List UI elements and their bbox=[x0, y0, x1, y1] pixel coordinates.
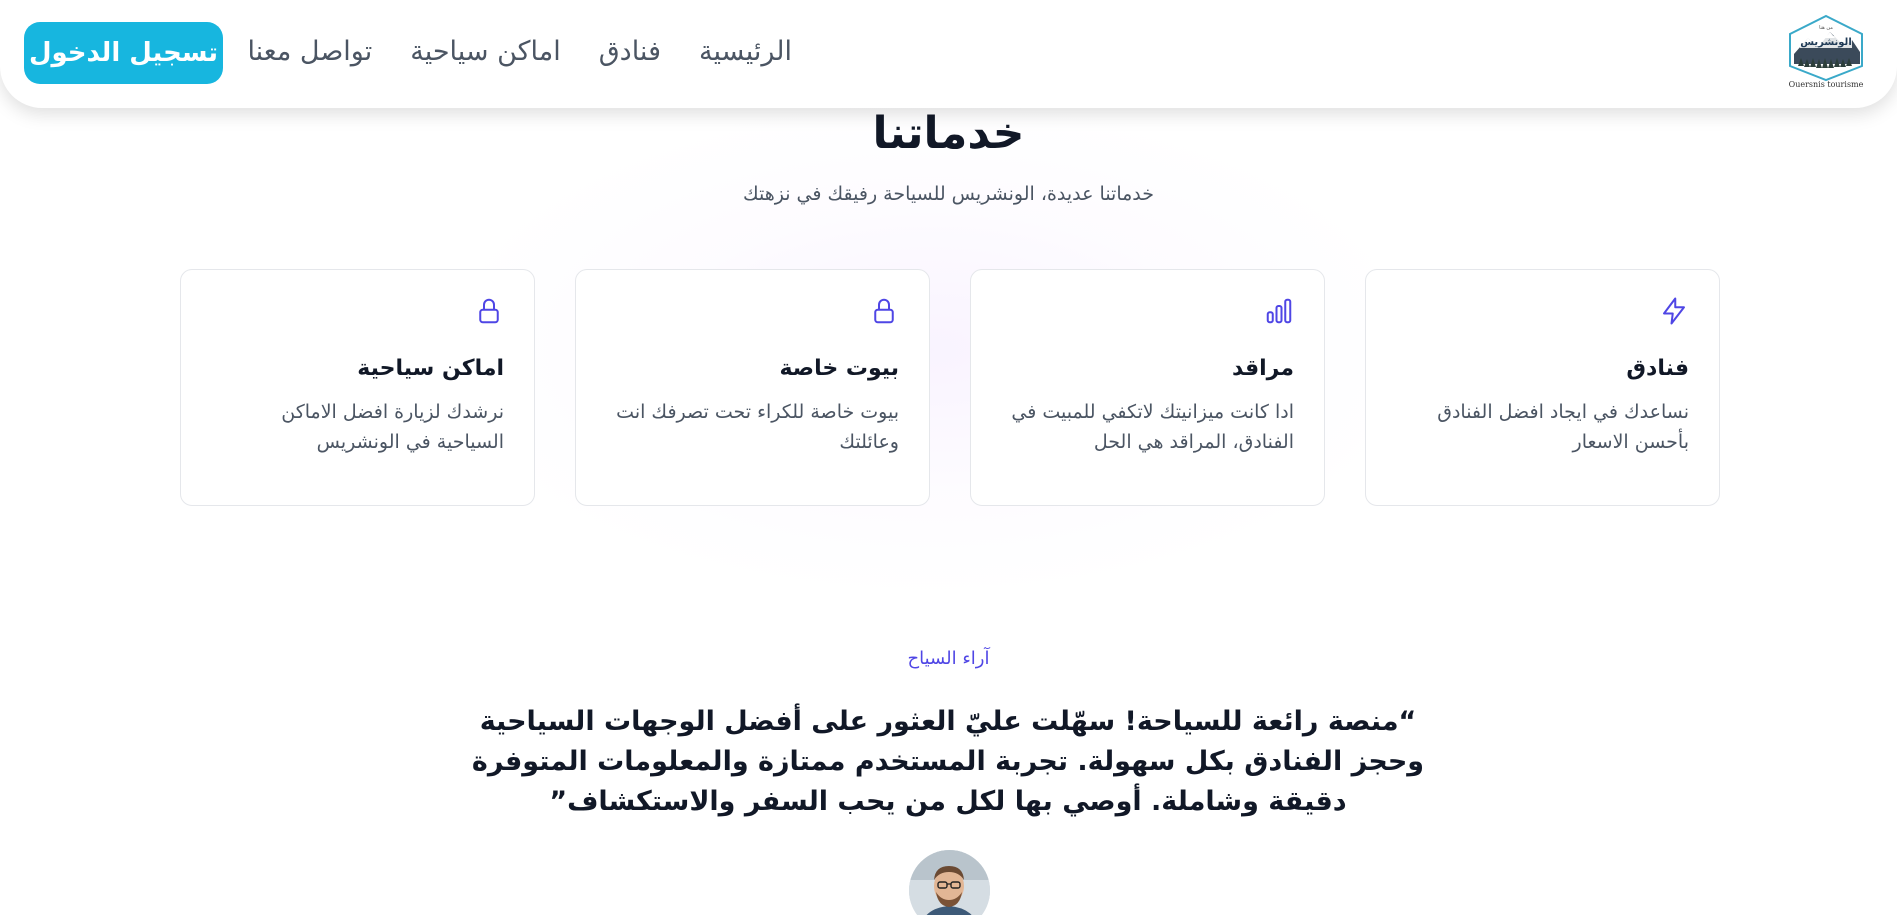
service-card-description: ادا كانت ميزانيتك لاتكفي للمبيت في الفنا… bbox=[1011, 401, 1294, 453]
services-title: خدماتنا bbox=[872, 108, 1025, 159]
service-card-description: بيوت خاصة للكراء تحت تصرفك انت وعائلتك bbox=[616, 401, 899, 453]
service-card-hotels[interactable]: فنادق نساعدك في ايجاد افضل الفنادق بأحسن… bbox=[1365, 269, 1720, 506]
logo-icon: الونشريس من هنا bbox=[1789, 14, 1863, 82]
service-card-title: فنادق bbox=[1626, 356, 1689, 381]
nav-link-home[interactable]: الرئيسية bbox=[699, 36, 792, 67]
nav-link-tourist-places[interactable]: اماكن سياحية bbox=[410, 36, 561, 67]
services-cards: فنادق نساعدك في ايجاد افضل الفنادق بأحسن… bbox=[180, 269, 1720, 506]
site-logo[interactable]: الونشريس من هنا Ouersnis tourisme bbox=[1785, 14, 1867, 96]
main-nav: الرئيسية فنادق اماكن سياحية تواصل معنا bbox=[247, 36, 792, 67]
logo-brand-text: Ouersnis tourisme bbox=[1788, 80, 1864, 89]
avatar-photo bbox=[909, 850, 990, 915]
testimonials-eyebrow: آراء السياح bbox=[907, 648, 990, 669]
bar-chart-icon bbox=[1266, 298, 1292, 324]
svg-text:الونشريس: الونشريس bbox=[1800, 37, 1852, 48]
svg-text:من هنا: من هنا bbox=[1819, 25, 1833, 31]
service-card-private-houses[interactable]: بيوت خاصة بيوت خاصة للكراء تحت تصرفك انت… bbox=[575, 269, 930, 506]
navbar: الونشريس من هنا Ouersnis tourisme الرئيس… bbox=[0, 0, 1897, 108]
service-card-title: اماكن سياحية bbox=[357, 356, 504, 381]
lightning-icon bbox=[1663, 297, 1685, 325]
services-subtitle: خدماتنا عديدة، الونشريس للسياحة رفيقك في… bbox=[742, 183, 1155, 205]
lock-icon bbox=[479, 298, 499, 324]
service-card-description: نساعدك في ايجاد افضل الفنادق بأحسن الاسع… bbox=[1437, 401, 1689, 453]
service-card-title: مراقد bbox=[1232, 356, 1294, 381]
service-card-description: نرشدك لزيارة افضل الاماكن السياحية في ال… bbox=[281, 401, 504, 453]
service-card-title: بيوت خاصة bbox=[779, 356, 899, 381]
nav-link-hotels[interactable]: فنادق bbox=[599, 36, 661, 67]
avatar bbox=[909, 850, 990, 915]
service-card-hostels[interactable]: مراقد ادا كانت ميزانيتك لاتكفي للمبيت في… bbox=[970, 269, 1325, 506]
login-button[interactable]: تسجيل الدخول bbox=[24, 22, 223, 84]
testimonial-quote: “منصة رائعة للسياحة! سهّلت عليّ العثور ع… bbox=[471, 706, 1425, 817]
lock-icon bbox=[874, 298, 894, 324]
service-card-tourist-places[interactable]: اماكن سياحية نرشدك لزيارة افضل الاماكن ا… bbox=[180, 269, 535, 506]
nav-link-contact[interactable]: تواصل معنا bbox=[247, 36, 372, 67]
